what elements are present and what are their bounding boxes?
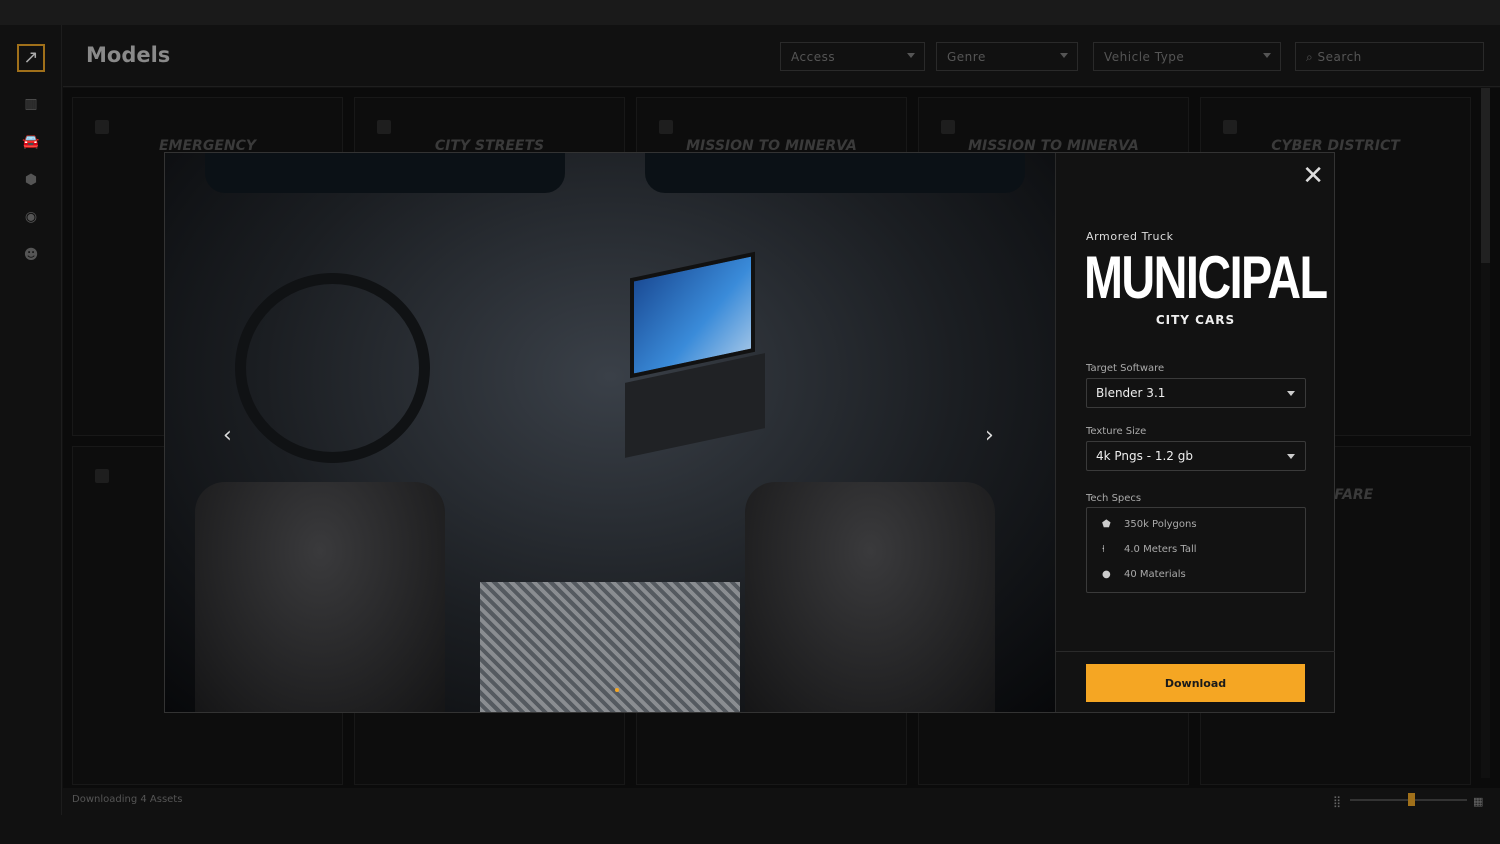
- windshield-right: [645, 153, 1025, 193]
- seat-right: [745, 482, 995, 712]
- carousel-indicator[interactable]: [615, 688, 619, 692]
- spec-height: ⍿ 4.0 Meters Tall: [1102, 544, 1197, 555]
- asset-type: Armored Truck: [1086, 230, 1174, 243]
- prev-image-button[interactable]: ‹: [223, 423, 232, 448]
- texture-size-label: Texture Size: [1086, 426, 1147, 437]
- download-status: Downloading 4 Assets: [72, 794, 183, 805]
- selected-value: 4k Pngs - 1.2 gb: [1096, 449, 1193, 463]
- window-topbar: [0, 0, 1500, 25]
- spec-text: 40 Materials: [1124, 569, 1186, 580]
- spec-materials: ● 40 Materials: [1102, 569, 1186, 580]
- spec-text: 350k Polygons: [1124, 519, 1197, 530]
- user-icon[interactable]: ☻: [22, 246, 40, 264]
- chevron-down-icon: [1060, 53, 1068, 58]
- preview-image: ‹ ›: [165, 153, 1055, 712]
- target-software-label: Target Software: [1086, 363, 1165, 374]
- large-grid-icon[interactable]: ▦: [1473, 795, 1483, 808]
- search-placeholder: Search: [1317, 50, 1362, 64]
- asset-name: MUNICIPAL: [1084, 244, 1328, 311]
- filter-label: Access: [791, 50, 836, 64]
- spec-polygons: ⬟ 350k Polygons: [1102, 519, 1197, 530]
- tech-specs-box: ⬟ 350k Polygons ⍿ 4.0 Meters Tall ● 40 Mate…: [1086, 507, 1306, 593]
- spec-text: 4.0 Meters Tall: [1124, 544, 1197, 555]
- asset-modal: ‹ › ✕ Armored Truck MUNICIPAL CITY CARS …: [164, 152, 1335, 713]
- page-title: Models: [86, 43, 171, 67]
- chevron-down-icon: [907, 53, 915, 58]
- library-icon[interactable]: ▥: [22, 95, 40, 113]
- genre-filter[interactable]: Genre: [936, 42, 1078, 71]
- texture-size-select[interactable]: 4k Pngs - 1.2 gb: [1086, 441, 1306, 471]
- asset-details-panel: ✕ Armored Truck MUNICIPAL CITY CARS Targ…: [1055, 153, 1335, 712]
- steering-wheel: [235, 273, 430, 463]
- vehicle-type-filter[interactable]: Vehicle Type: [1093, 42, 1281, 71]
- collection-name: CITY CARS: [1155, 313, 1236, 327]
- polygon-icon: ⬟: [1102, 519, 1111, 530]
- search-input[interactable]: ⌕ Search: [1295, 42, 1484, 71]
- header: Models Access Genre Vehicle Type ⌕ Searc…: [63, 25, 1500, 87]
- disc-icon[interactable]: ◉: [22, 208, 40, 226]
- windshield-left: [205, 153, 565, 193]
- cube-icon[interactable]: ⬢: [22, 171, 40, 189]
- material-icon: ●: [1102, 569, 1111, 580]
- filter-label: Vehicle Type: [1104, 50, 1185, 64]
- tech-specs-label: Tech Specs: [1086, 493, 1142, 504]
- filter-label: Genre: [947, 50, 986, 64]
- small-grid-icon[interactable]: ⣿: [1333, 795, 1341, 808]
- seat-left: [195, 482, 445, 712]
- divider: [1056, 651, 1335, 652]
- floor-plate: [480, 582, 740, 712]
- close-button[interactable]: ✕: [1302, 161, 1324, 191]
- search-icon: ⌕: [1306, 50, 1318, 64]
- selected-value: Blender 3.1: [1096, 386, 1166, 400]
- download-button[interactable]: Download: [1086, 664, 1305, 702]
- target-software-select[interactable]: Blender 3.1: [1086, 378, 1306, 408]
- sidebar: ↗ ▥ 🚘 ⬢ ◉ ☻: [0, 25, 62, 815]
- height-icon: ⍿: [1102, 544, 1105, 555]
- chevron-down-icon: [1263, 53, 1271, 58]
- zoom-slider-thumb[interactable]: [1407, 793, 1415, 806]
- chevron-down-icon: [1287, 454, 1295, 459]
- app-logo-icon[interactable]: ↗: [17, 44, 45, 72]
- chevron-down-icon: [1287, 391, 1295, 396]
- next-image-button[interactable]: ›: [985, 423, 994, 448]
- access-filter[interactable]: Access: [780, 42, 925, 71]
- car-icon[interactable]: 🚘: [22, 133, 40, 151]
